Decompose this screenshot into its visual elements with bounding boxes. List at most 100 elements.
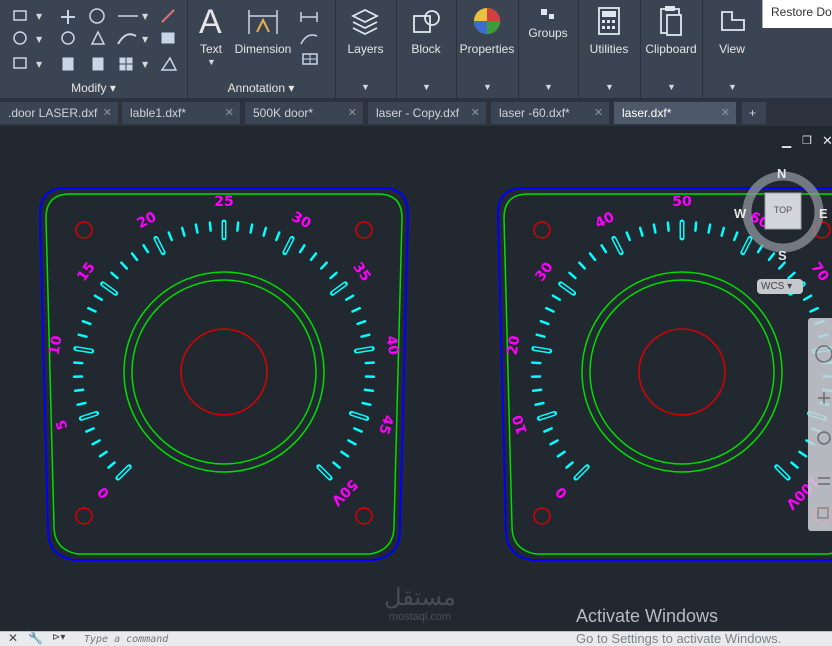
- utilities-button[interactable]: Utilities: [578, 42, 640, 56]
- properties-dropdown-icon[interactable]: ▼: [483, 82, 492, 92]
- viewcube-top-face[interactable]: TOP: [765, 205, 801, 215]
- minor-tick: [276, 233, 279, 240]
- customize-wrench-icon[interactable]: 🔧: [28, 631, 43, 645]
- minor-tick: [566, 463, 572, 468]
- navigation-bar[interactable]: [808, 318, 832, 531]
- dial-label: 40: [382, 335, 401, 357]
- dial-ring-inner: [590, 280, 774, 464]
- dial-label: 20: [135, 209, 160, 232]
- view-icon[interactable]: [720, 8, 746, 34]
- minor-tick: [640, 228, 642, 236]
- dial-ring-outer: [124, 272, 324, 472]
- viewcube[interactable]: N W E S TOP: [740, 164, 832, 272]
- minor-tick: [722, 228, 724, 236]
- major-tick-center: [777, 467, 788, 478]
- minor-tick: [251, 225, 252, 233]
- utilities-dropdown-icon[interactable]: ▼: [605, 82, 614, 92]
- clipboard-button[interactable]: Clipboard: [640, 42, 702, 56]
- minor-tick: [74, 363, 82, 364]
- new-tab-button[interactable]: +: [742, 102, 766, 124]
- activation-subtitle: Go to Settings to activate Windows.: [576, 631, 781, 646]
- block-button[interactable]: Block: [396, 42, 456, 56]
- center-hole: [639, 329, 725, 415]
- properties-panel: Properties ▼: [456, 0, 519, 98]
- utilities-panel: Utilities ▼: [578, 0, 641, 98]
- svg-text:▼: ▼: [142, 60, 149, 69]
- clipboard-icon[interactable]: [659, 5, 683, 37]
- viewcube-west[interactable]: W: [734, 206, 746, 221]
- annotation-panel-title[interactable]: Annotation ▾: [187, 80, 335, 96]
- close-tab-icon[interactable]: ✕: [721, 102, 730, 124]
- dial-label: 0: [553, 483, 571, 501]
- dimension-button[interactable]: Dimension: [231, 42, 295, 56]
- minor-tick: [668, 223, 669, 231]
- mounting-hole: [534, 508, 550, 524]
- utilities-icon[interactable]: [597, 6, 621, 36]
- groups-dropdown-icon[interactable]: ▼: [544, 82, 553, 92]
- minor-tick: [789, 273, 795, 278]
- close-tab-icon[interactable]: ✕: [103, 102, 112, 124]
- layers-button[interactable]: Layers: [335, 42, 396, 56]
- file-tab[interactable]: laser -60.dxf*✕: [491, 102, 609, 124]
- svg-text:▼: ▼: [142, 35, 149, 44]
- properties-button[interactable]: Properties: [456, 42, 518, 56]
- layers-icon[interactable]: [349, 6, 381, 36]
- file-tab[interactable]: lable1.dxf*✕: [122, 102, 240, 124]
- text-icon[interactable]: A: [199, 4, 222, 40]
- close-tab-icon[interactable]: ✕: [594, 102, 603, 124]
- svg-text:▼: ▼: [36, 12, 43, 21]
- layers-dropdown-icon[interactable]: ▼: [361, 82, 370, 92]
- minor-tick: [363, 403, 371, 405]
- dial-label: 25: [214, 194, 233, 210]
- minor-tick: [810, 308, 817, 311]
- minor-tick: [93, 440, 100, 444]
- mounting-hole: [534, 222, 550, 238]
- drawing-svg: 05101520253035404550V0102030405060708090…: [6, 126, 832, 631]
- file-tab-active[interactable]: laser.dxf*✕: [614, 102, 736, 124]
- minor-tick: [532, 363, 540, 364]
- drawing-canvas[interactable]: 05101520253035404550V0102030405060708090…: [6, 126, 832, 631]
- properties-icon[interactable]: [472, 6, 502, 36]
- clipboard-dropdown-icon[interactable]: ▼: [667, 82, 676, 92]
- command-input[interactable]: [84, 632, 584, 646]
- minor-tick: [365, 390, 373, 391]
- minor-tick: [590, 253, 595, 259]
- dial-label: 0: [95, 483, 113, 501]
- viewcube-south[interactable]: S: [778, 248, 787, 263]
- major-tick-center: [561, 284, 574, 293]
- minor-tick: [695, 223, 696, 231]
- groups-icon[interactable]: [538, 6, 558, 24]
- close-command-line-icon[interactable]: ✕: [8, 631, 18, 645]
- viewport-restore-icon[interactable]: ❐: [802, 134, 812, 147]
- dial-label: 15: [74, 259, 98, 284]
- minor-tick: [86, 428, 93, 431]
- minor-tick: [196, 225, 197, 233]
- groups-button[interactable]: Groups: [518, 26, 578, 40]
- text-button[interactable]: Text: [193, 42, 229, 56]
- dimension-icon[interactable]: [247, 6, 279, 38]
- annotation-tools-icon[interactable]: [297, 6, 331, 66]
- viewport-close-icon[interactable]: ✕: [822, 133, 832, 149]
- close-tab-icon[interactable]: ✕: [225, 102, 234, 124]
- file-tab[interactable]: laser - Copy.dxf✕: [368, 102, 486, 124]
- block-dropdown-icon[interactable]: ▼: [422, 82, 431, 92]
- close-tab-icon[interactable]: ✕: [348, 102, 357, 124]
- minor-tick: [366, 363, 374, 364]
- close-tab-icon[interactable]: ✕: [471, 102, 480, 124]
- viewcube-north[interactable]: N: [777, 166, 786, 181]
- viewport-minimize-icon[interactable]: ▁: [782, 134, 791, 148]
- watermark: مستقل mostaql.com: [365, 585, 475, 623]
- viewcube-east[interactable]: E: [819, 206, 828, 221]
- annotation-panel: A Text ▼ Dimension Annotation ▾: [187, 0, 336, 98]
- text-dropdown-icon[interactable]: ▼: [207, 57, 216, 67]
- file-tab[interactable]: 500K door*✕: [245, 102, 363, 124]
- modify-tools-icon[interactable]: ▼▼▼ ▼▼▼: [0, 0, 187, 80]
- view-button[interactable]: View: [702, 42, 762, 56]
- modify-panel-title[interactable]: Modify ▾: [0, 80, 187, 96]
- view-dropdown-icon[interactable]: ▼: [728, 82, 737, 92]
- ucs-menu[interactable]: WCS ▾: [757, 279, 803, 294]
- block-icon[interactable]: [410, 6, 442, 36]
- file-tab[interactable]: .door LASER.dxf✕: [0, 102, 118, 124]
- recent-commands-icon[interactable]: ⊳▾: [52, 632, 65, 643]
- minor-tick: [734, 233, 737, 240]
